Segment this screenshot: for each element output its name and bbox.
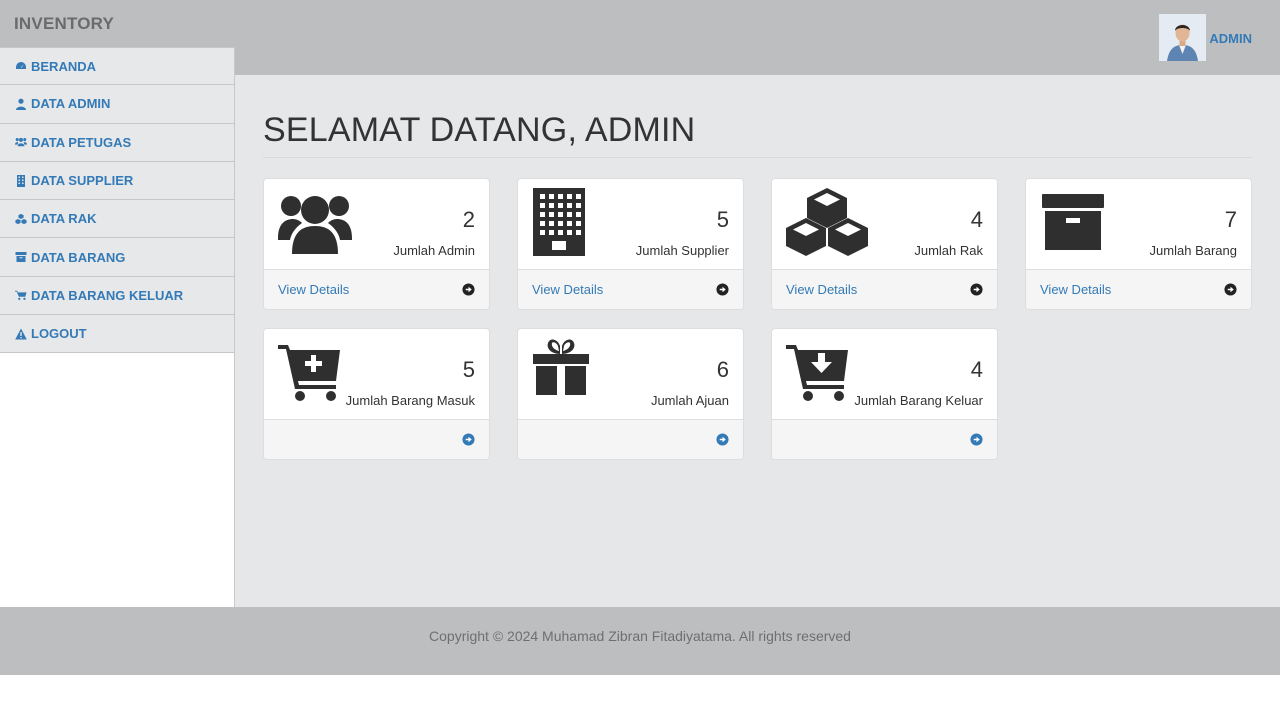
view-details-text[interactable]: View Details xyxy=(786,282,857,297)
stat-card-rak: 4 Jumlah Rak View Details xyxy=(771,178,998,310)
stat-count: 5 xyxy=(716,207,729,232)
card-footer-link[interactable] xyxy=(518,419,743,459)
cart-plus-icon xyxy=(278,338,352,406)
stat-card-admin: 2 Jumlah Admin View Details xyxy=(263,178,490,310)
sidebar-item-data-barang-keluar[interactable]: DATA BARANG KELUAR xyxy=(0,276,234,316)
stat-card-barang-keluar: 4 Jumlah Barang Keluar xyxy=(771,328,998,460)
stat-label: Jumlah Barang Keluar xyxy=(854,393,983,408)
page-footer: Copyright © 2024 Muhamad Zibran Fitadiya… xyxy=(0,607,1280,675)
sidebar-item-label: DATA ADMIN xyxy=(31,96,111,112)
stat-label: Jumlah Supplier xyxy=(635,243,729,258)
view-details-link[interactable]: View Details xyxy=(518,269,743,309)
cubes-icon xyxy=(786,188,868,256)
building-icon xyxy=(14,174,28,187)
main-content: SELAMAT DATANG, ADMIN 2 Jumlah Admin Vie… xyxy=(235,75,1280,607)
view-details-link[interactable]: View Details xyxy=(264,269,489,309)
cart-icon xyxy=(14,289,28,301)
stat-count: 4 xyxy=(970,207,983,232)
view-details-text[interactable]: View Details xyxy=(1040,282,1111,297)
stat-card-barang-masuk: 5 Jumlah Barang Masuk xyxy=(263,328,490,460)
users-icon xyxy=(278,188,352,256)
card-footer-link[interactable] xyxy=(772,419,997,459)
stat-label: Jumlah Rak xyxy=(914,243,983,258)
title-divider xyxy=(263,157,1252,158)
sidebar-item-label: DATA SUPPLIER xyxy=(31,173,134,189)
stat-count: 7 xyxy=(1224,207,1237,232)
view-details-link[interactable]: View Details xyxy=(772,269,997,309)
sidebar-item-label: DATA BARANG KELUAR xyxy=(31,287,184,303)
building-icon xyxy=(532,188,606,256)
arrow-circle-right-icon[interactable] xyxy=(970,283,983,296)
user-icon xyxy=(14,98,28,110)
view-details-link[interactable]: View Details xyxy=(1026,269,1251,309)
stat-label: Jumlah Admin xyxy=(393,243,475,258)
stat-count: 5 xyxy=(462,357,475,382)
user-menu[interactable]: ADMIN xyxy=(1159,14,1252,61)
arrow-circle-right-icon[interactable] xyxy=(716,433,729,446)
cubes-icon xyxy=(14,213,28,225)
sidebar-item-label: BERANDA xyxy=(31,58,96,74)
archive-icon xyxy=(1040,188,1114,256)
brand-title[interactable]: INVENTORY xyxy=(14,14,114,34)
warning-icon xyxy=(14,328,28,340)
cart-arrow-down-icon xyxy=(786,338,860,406)
stat-count: 2 xyxy=(462,207,475,232)
view-details-text[interactable]: View Details xyxy=(278,282,349,297)
user-name[interactable]: ADMIN xyxy=(1209,31,1252,46)
avatar[interactable] xyxy=(1159,14,1207,61)
sidebar-item-label: DATA RAK xyxy=(31,211,97,227)
stat-label: Jumlah Ajuan xyxy=(650,393,729,408)
users-icon xyxy=(14,136,28,148)
stat-label: Jumlah Barang Masuk xyxy=(345,393,475,408)
stat-card-ajuan: 6 Jumlah Ajuan xyxy=(517,328,744,460)
sidebar-item-data-rak[interactable]: DATA RAK xyxy=(0,200,234,239)
stat-card-barang: 7 Jumlah Barang View Details xyxy=(1025,178,1252,310)
sidebar-item-data-barang[interactable]: DATA BARANG xyxy=(0,238,234,277)
stat-card-supplier: 5 Jumlah Supplier View Details xyxy=(517,178,744,310)
card-footer-link[interactable] xyxy=(264,419,489,459)
sidebar-item-logout[interactable]: LOGOUT xyxy=(0,315,234,354)
stat-label: Jumlah Barang xyxy=(1149,243,1237,258)
sidebar-item-data-admin[interactable]: DATA ADMIN xyxy=(0,85,234,124)
sidebar-item-label: LOGOUT xyxy=(31,326,87,342)
copyright-text: Copyright © 2024 Muhamad Zibran Fitadiya… xyxy=(429,628,851,644)
dashboard-icon xyxy=(14,60,28,72)
sidebar-item-label: DATA BARANG xyxy=(31,249,126,265)
sidebar-item-data-petugas[interactable]: DATA PETUGAS xyxy=(0,123,234,162)
sidebar: BERANDA DATA ADMIN DATA PETUGAS DATA SUP… xyxy=(0,47,235,607)
archive-icon xyxy=(14,251,28,263)
sidebar-item-label: DATA PETUGAS xyxy=(31,134,132,150)
page-title: SELAMAT DATANG, ADMIN xyxy=(263,111,696,149)
view-details-text[interactable]: View Details xyxy=(532,282,603,297)
arrow-circle-right-icon[interactable] xyxy=(970,433,983,446)
gift-icon xyxy=(532,338,606,406)
sidebar-item-beranda[interactable]: BERANDA xyxy=(0,47,234,86)
stat-count: 4 xyxy=(970,357,983,382)
sidebar-item-data-supplier[interactable]: DATA SUPPLIER xyxy=(0,161,234,201)
arrow-circle-right-icon[interactable] xyxy=(462,283,475,296)
stat-count: 6 xyxy=(716,357,729,382)
arrow-circle-right-icon[interactable] xyxy=(1224,283,1237,296)
arrow-circle-right-icon[interactable] xyxy=(716,283,729,296)
arrow-circle-right-icon[interactable] xyxy=(462,433,475,446)
